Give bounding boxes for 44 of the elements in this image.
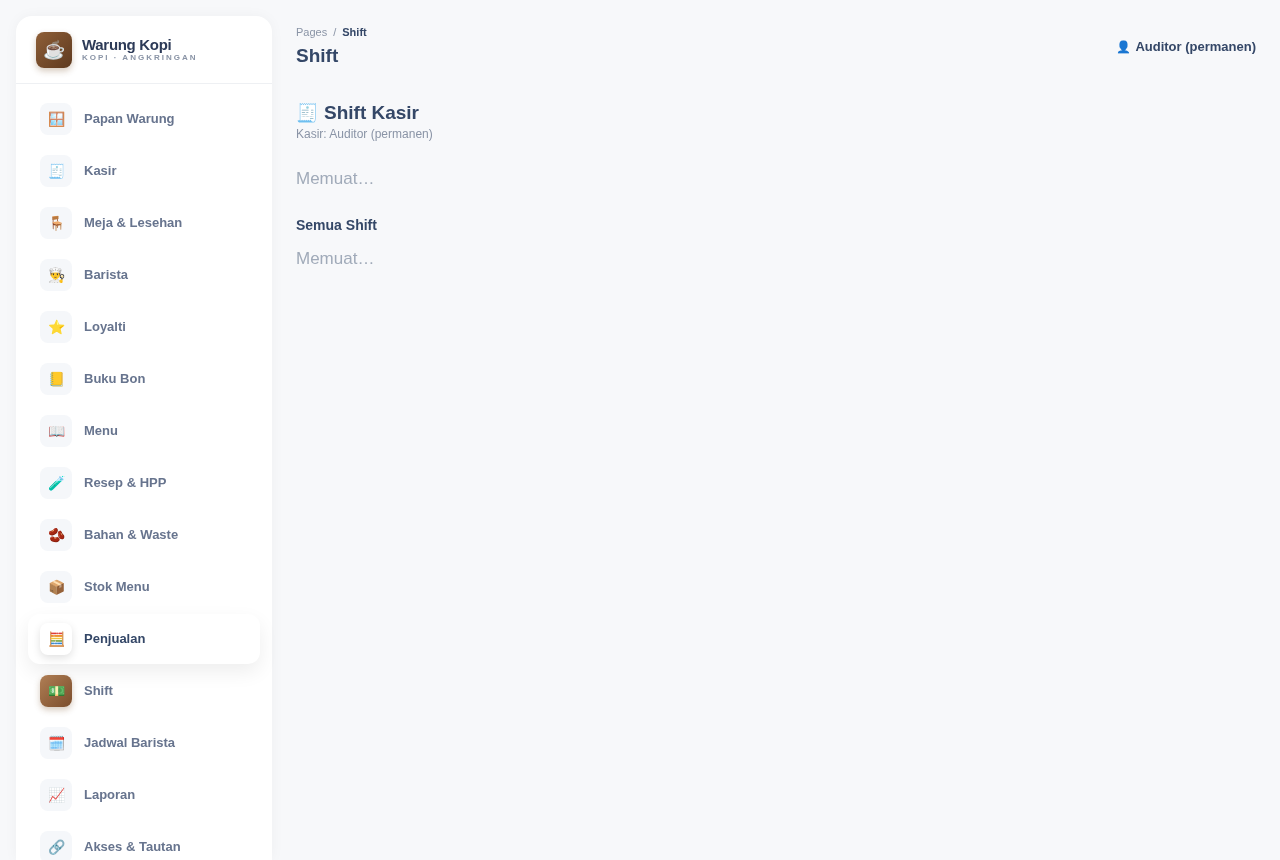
nav-item[interactable]: 🪟 Papan Warung <box>28 94 260 144</box>
receipt-icon: 🧾 <box>296 101 318 125</box>
loading-text: Memuat… <box>296 248 375 270</box>
nav-item[interactable]: 🪑 Meja & Lesehan <box>28 198 260 248</box>
nav-item[interactable]: 🗓 Jadwal Barista <box>28 718 260 768</box>
page-title: Shift <box>296 44 340 68</box>
open-book-icon: 📖 <box>40 415 72 447</box>
abacus-icon: 🧮 <box>40 623 72 655</box>
nav-item[interactable]: 🧾 Kasir <box>28 146 260 196</box>
receipt-icon: 🧾 <box>40 155 72 187</box>
nav-item[interactable]: 🔗 Akses & Tautan <box>28 822 260 860</box>
beans-icon: 🫘 <box>40 519 72 551</box>
notebook-icon: 📒 <box>40 363 72 395</box>
breadcrumb-link[interactable]: Pages <box>296 25 328 39</box>
link-icon: 🔗 <box>40 831 72 860</box>
section-title: Semua Shift <box>296 216 377 234</box>
coffee-cup-icon: ☕ <box>36 31 72 68</box>
nav-item[interactable]: 🧮 Penjualan <box>28 614 260 664</box>
breadcrumb-separator: / <box>333 25 337 39</box>
nav-item[interactable]: 🧪 Resep & HPP <box>28 458 260 508</box>
nav-item[interactable]: 🫘 Bahan & Waste <box>28 510 260 560</box>
chair-icon: 🪑 <box>40 207 72 239</box>
calendar-icon: 🗓 <box>40 727 72 759</box>
nav-item[interactable]: ⭐ Loyalti <box>28 302 260 352</box>
nav-item[interactable]: 👨‍🍳 Barista <box>28 250 260 300</box>
nav-item[interactable]: 📖 Menu <box>28 406 260 456</box>
package-icon: 📦 <box>40 571 72 603</box>
nav-item[interactable]: 📦 Stok Menu <box>28 562 260 612</box>
user-icon: 👤 <box>1116 40 1132 53</box>
nav-item[interactable]: 📒 Buku Bon <box>28 354 260 404</box>
section-subtitle: Kasir: Auditor (permanen) <box>296 126 433 142</box>
user-menu-button[interactable]: 👤 Auditor (permanen) <box>1116 38 1256 55</box>
window-icon: 🪟 <box>40 103 72 135</box>
section-title: Shift Kasir <box>324 101 420 125</box>
nav-item[interactable]: 📈 Laporan <box>28 770 260 820</box>
line-chart-icon: 📈 <box>40 779 72 811</box>
brand-name: Warung Kopi <box>82 36 173 53</box>
loading-text: Memuat… <box>296 168 375 190</box>
brand-tagline: KOPI · ANGKRINGAN <box>82 53 198 63</box>
breadcrumb-current: Shift <box>342 25 367 39</box>
chef-icon: 👨‍🍳 <box>40 259 72 291</box>
test-tube-icon: 🧪 <box>40 467 72 499</box>
nav-item[interactable]: 💵 Shift <box>28 666 260 716</box>
banknote-icon: 💵 <box>40 675 72 707</box>
